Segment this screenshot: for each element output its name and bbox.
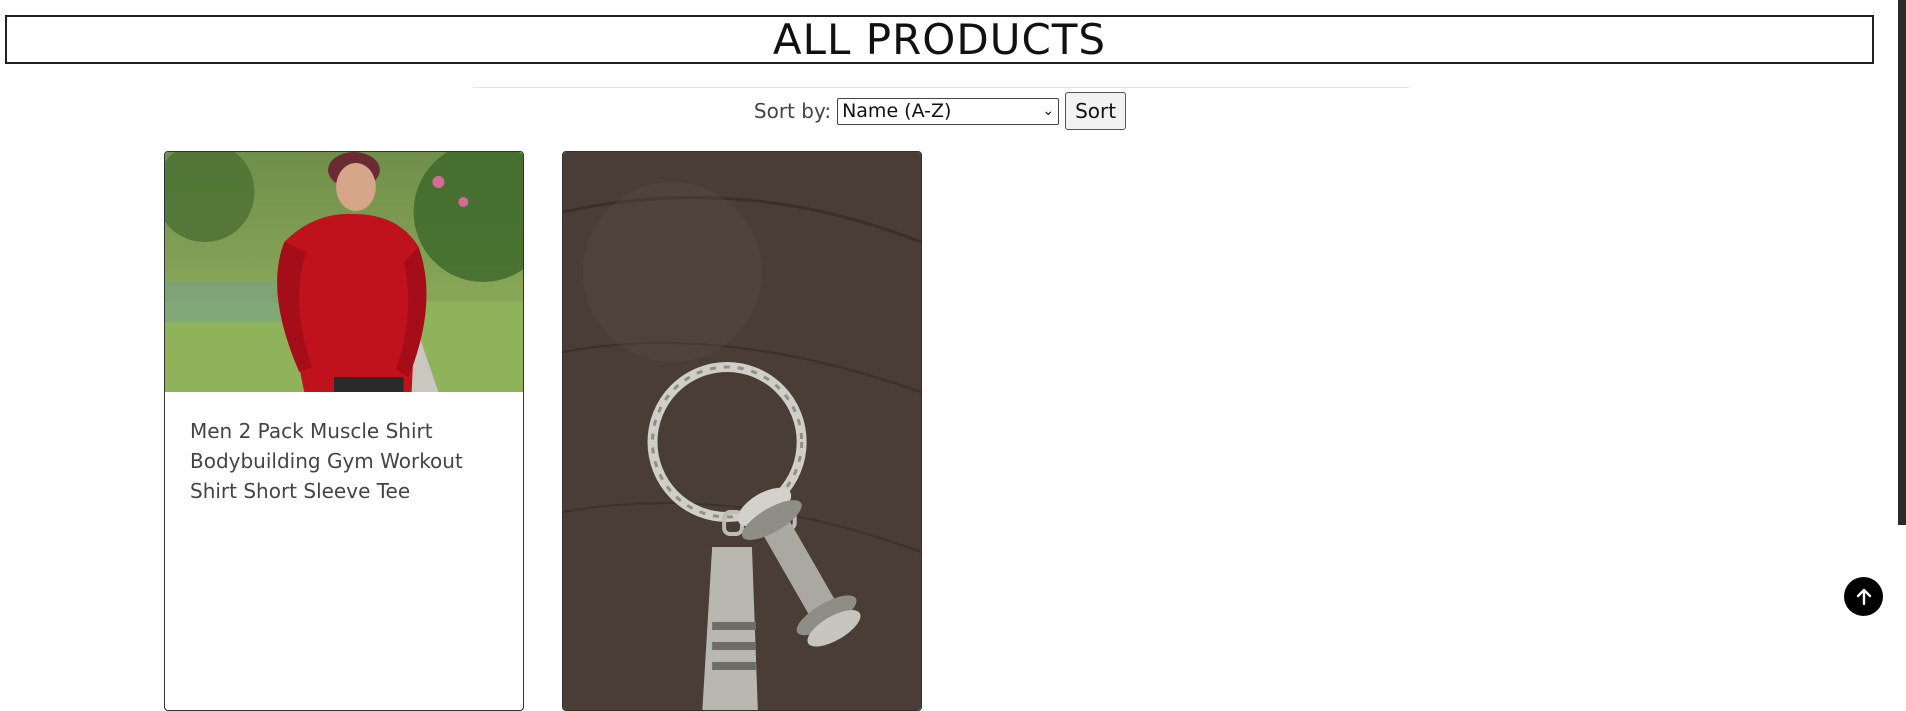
- page-title: ALL PRODUCTS: [772, 15, 1107, 64]
- sort-select[interactable]: Name (A-Z) ⌄: [837, 97, 1060, 125]
- product-card[interactable]: [562, 151, 922, 711]
- sort-button[interactable]: Sort: [1065, 92, 1127, 130]
- product-card[interactable]: Men 2 Pack Muscle Shirt Bodybuilding Gym…: [164, 151, 524, 711]
- scrollbar[interactable]: [1898, 0, 1906, 525]
- page-title-box: ALL PRODUCTS: [5, 15, 1874, 64]
- product-name[interactable]: Men 2 Pack Muscle Shirt Bodybuilding Gym…: [190, 416, 495, 506]
- arrow-up-icon: [1856, 588, 1871, 605]
- product-image-man-red-shirt[interactable]: [165, 152, 523, 392]
- sort-controls: Sort by: Name (A-Z) ⌄ Sort: [0, 92, 1880, 130]
- divider: [473, 87, 1409, 88]
- sort-label: Sort by:: [753, 99, 832, 123]
- sort-select-value: Name (A-Z): [842, 100, 952, 122]
- product-image-dumbbell-keychain[interactable]: [563, 152, 921, 710]
- scroll-to-top-button[interactable]: [1844, 577, 1883, 616]
- chevron-down-icon: ⌄: [1042, 103, 1055, 119]
